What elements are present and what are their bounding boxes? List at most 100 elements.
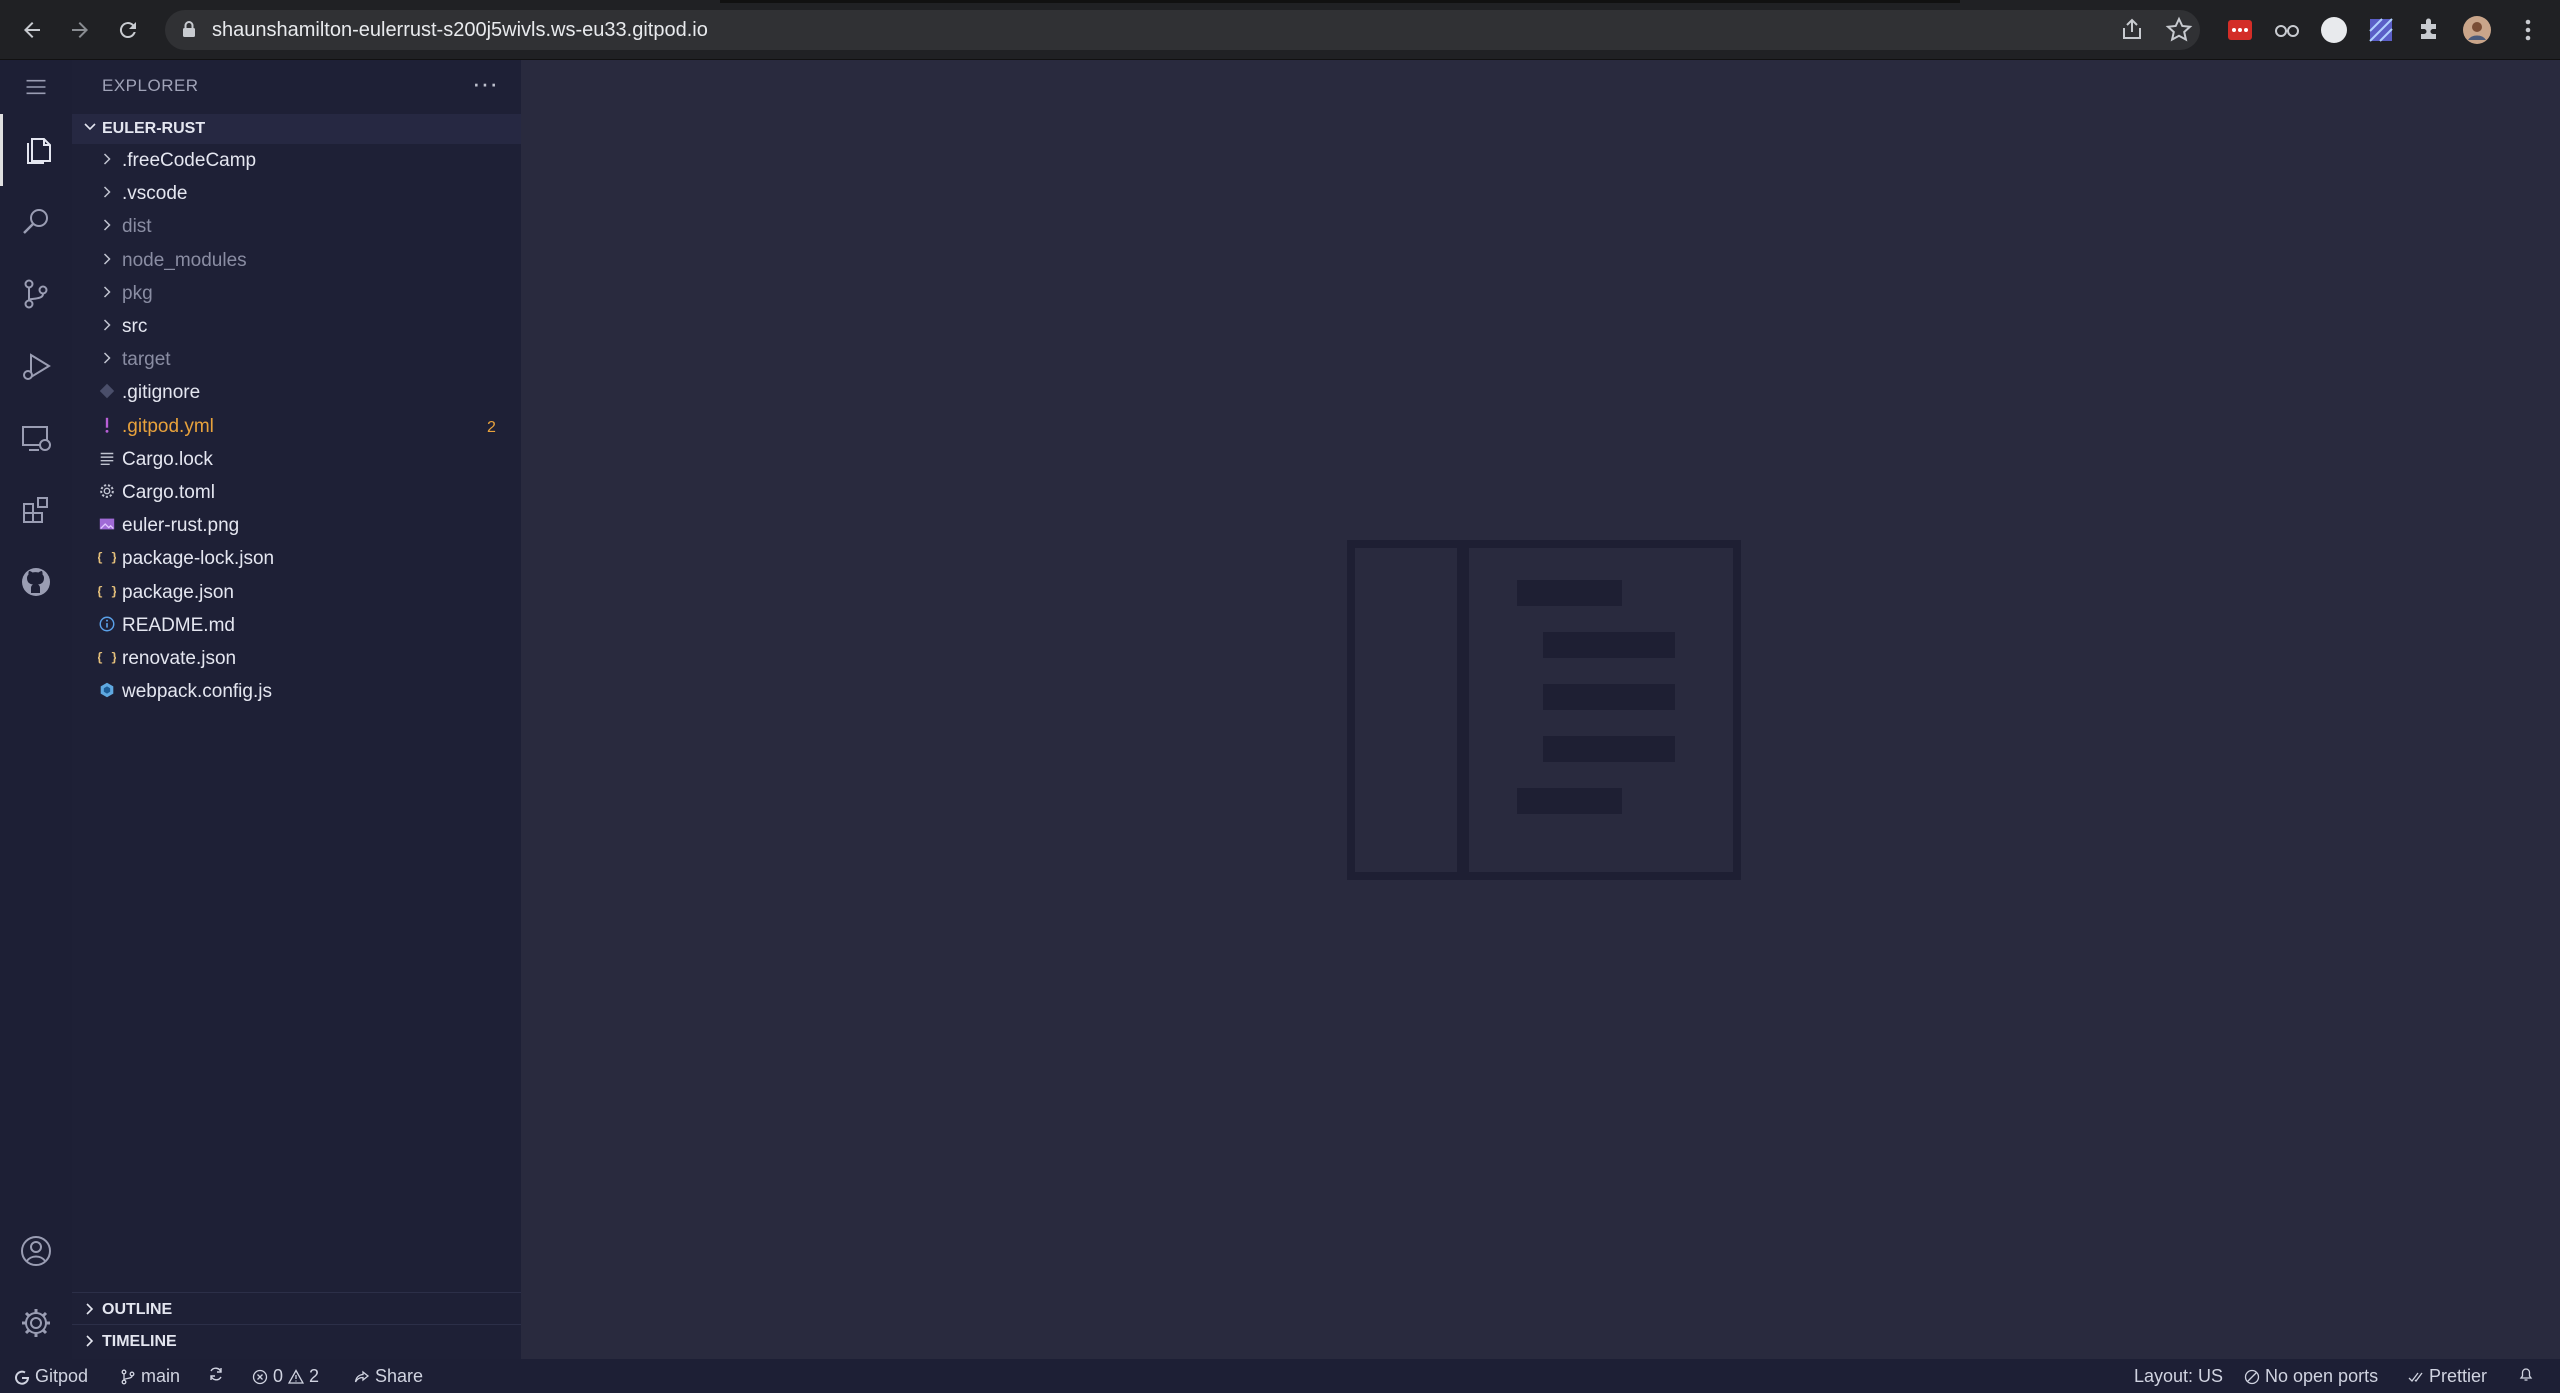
chevron-right-icon (103, 186, 111, 198)
tree-folder-row[interactable]: node_modules (72, 244, 521, 277)
explorer-sidebar: EXPLORER ··· EULER-RUST .freeCodeCamp .vs… (72, 60, 521, 1359)
layout-label: Layout: US (2134, 1366, 2224, 1386)
error-count: 0 (273, 1366, 284, 1386)
tree-item-name: renovate.json (122, 648, 237, 669)
git-icon (97, 382, 117, 402)
tree-item-name: .gitpod.yml (122, 415, 214, 437)
source-control-icon[interactable] (0, 258, 72, 330)
extension-pattern-icon[interactable] (2367, 16, 2395, 44)
tree-item-name: package.json (122, 581, 234, 603)
ports-status-item[interactable]: No open ports (2244, 1366, 2378, 1387)
extension-circle-icon[interactable] (2320, 16, 2348, 44)
svg-text:{ }: { } (98, 650, 116, 665)
explorer-title: EXPLORER (102, 76, 199, 95)
menu-hamburger-icon[interactable] (0, 60, 72, 114)
forward-icon[interactable] (62, 12, 98, 48)
remote-explorer-icon[interactable] (0, 402, 72, 474)
tree-file-row[interactable]: .gitignore (72, 376, 521, 409)
editor-area[interactable] (521, 60, 2560, 1359)
tree-file-row[interactable]: README.md (72, 609, 521, 642)
timeline-label: TIMELINE (102, 1333, 177, 1350)
chevron-right-icon (103, 352, 111, 364)
chevron-right-icon (103, 319, 111, 331)
error-icon (252, 1369, 268, 1384)
tree-file-row[interactable]: webpack.config.js (72, 675, 521, 708)
back-icon[interactable] (14, 12, 50, 48)
branch-status-item[interactable]: main (120, 1366, 180, 1387)
tree-item-name: src (122, 316, 148, 337)
extensions-puzzle-icon[interactable] (2415, 16, 2443, 44)
tree-folder-row[interactable]: src (72, 310, 521, 343)
workspace-section-header[interactable]: EULER-RUST (72, 114, 521, 144)
share-icon (354, 1370, 370, 1382)
webpack-icon (97, 681, 117, 701)
gitpod-status-item[interactable]: Gitpod (14, 1366, 88, 1387)
tree-file-row[interactable]: { } renovate.json (72, 642, 521, 675)
bookmark-star-icon[interactable] (2165, 16, 2193, 44)
warning-count: 2 (309, 1366, 320, 1386)
chevron-right-icon (103, 219, 111, 231)
sync-icon[interactable] (208, 1366, 224, 1382)
tree-item-name: dist (122, 216, 152, 238)
gear-icon (97, 482, 117, 502)
extensions-icon[interactable] (0, 474, 72, 546)
prettier-label: Prettier (2429, 1366, 2488, 1386)
share-page-icon[interactable] (2118, 16, 2146, 44)
github-icon[interactable] (0, 546, 72, 618)
browser-menu-icon[interactable] (2514, 16, 2542, 44)
tree-file-row[interactable]: Cargo.toml (72, 476, 521, 509)
problem-count-badge: 2 (487, 418, 496, 436)
tree-folder-row[interactable]: dist (72, 210, 521, 243)
keyboard-layout-item[interactable]: Layout: US (2134, 1366, 2223, 1387)
chevron-right-icon (86, 1303, 94, 1315)
notifications-bell-icon[interactable] (2518, 1366, 2534, 1382)
tree-file-row[interactable]: { } package.json (72, 576, 521, 609)
reload-icon[interactable] (110, 12, 146, 48)
share-label: Share (375, 1366, 424, 1386)
tree-item-name: .vscode (122, 183, 188, 205)
profile-avatar-icon[interactable] (2463, 16, 2491, 44)
json-icon: { } (96, 648, 119, 668)
tab-strip-edge (720, 0, 1960, 3)
tree-folder-row[interactable]: pkg (72, 277, 521, 310)
chevron-right-icon (103, 286, 111, 298)
svg-text:{ }: { } (98, 550, 116, 565)
prettier-status-item[interactable]: Prettier (2408, 1366, 2487, 1387)
ports-label: No open ports (2265, 1366, 2379, 1386)
editor-watermark-logo-icon (1347, 540, 1741, 880)
explorer-files-icon[interactable] (0, 114, 72, 186)
double-check-icon (2408, 1372, 2423, 1382)
lock-icon (183, 21, 195, 37)
settings-gear-icon[interactable] (0, 1287, 72, 1359)
browser-toolbar: shaunshamilton-eulerrust-s200j5wivls.ws-… (0, 0, 2560, 60)
share-status-item[interactable]: Share (354, 1366, 423, 1387)
tree-folder-row[interactable]: .freeCodeCamp (72, 144, 521, 177)
tree-item-name: pkg (122, 282, 153, 304)
search-icon[interactable] (0, 186, 72, 258)
tree-file-row[interactable]: { } package-lock.json (72, 542, 521, 575)
chevron-right-icon (103, 253, 111, 265)
tree-folder-row[interactable]: .vscode (72, 177, 521, 210)
outline-label: OUTLINE (102, 1301, 173, 1318)
more-actions-icon[interactable]: ··· (472, 68, 498, 99)
tree-file-row[interactable]: .gitpod.yml 2 (72, 410, 521, 443)
tree-file-row[interactable]: Cargo.lock (72, 443, 521, 476)
accounts-icon[interactable] (0, 1215, 72, 1287)
gitpod-label: Gitpod (35, 1366, 89, 1386)
svg-text:{ }: { } (98, 583, 116, 598)
tree-folder-row[interactable]: target (72, 343, 521, 376)
tree-item-name: README.md (122, 614, 235, 636)
tree-item-name: node_modules (122, 249, 247, 271)
workspace-name: EULER-RUST (102, 120, 206, 137)
activity-bar (0, 60, 72, 1359)
tree-file-row[interactable]: euler-rust.png (72, 509, 521, 542)
extension-glasses-icon[interactable] (2273, 16, 2301, 44)
run-debug-icon[interactable] (0, 330, 72, 402)
outline-section-header[interactable]: OUTLINE (72, 1292, 521, 1324)
tree-item-name: euler-rust.png (122, 515, 240, 537)
json-icon: { } (96, 548, 119, 568)
timeline-section-header[interactable]: TIMELINE (72, 1324, 521, 1359)
lines-icon (97, 449, 117, 469)
extension-lastpass-icon[interactable] (2226, 16, 2254, 44)
problems-status-item[interactable]: 0 2 (252, 1366, 319, 1387)
